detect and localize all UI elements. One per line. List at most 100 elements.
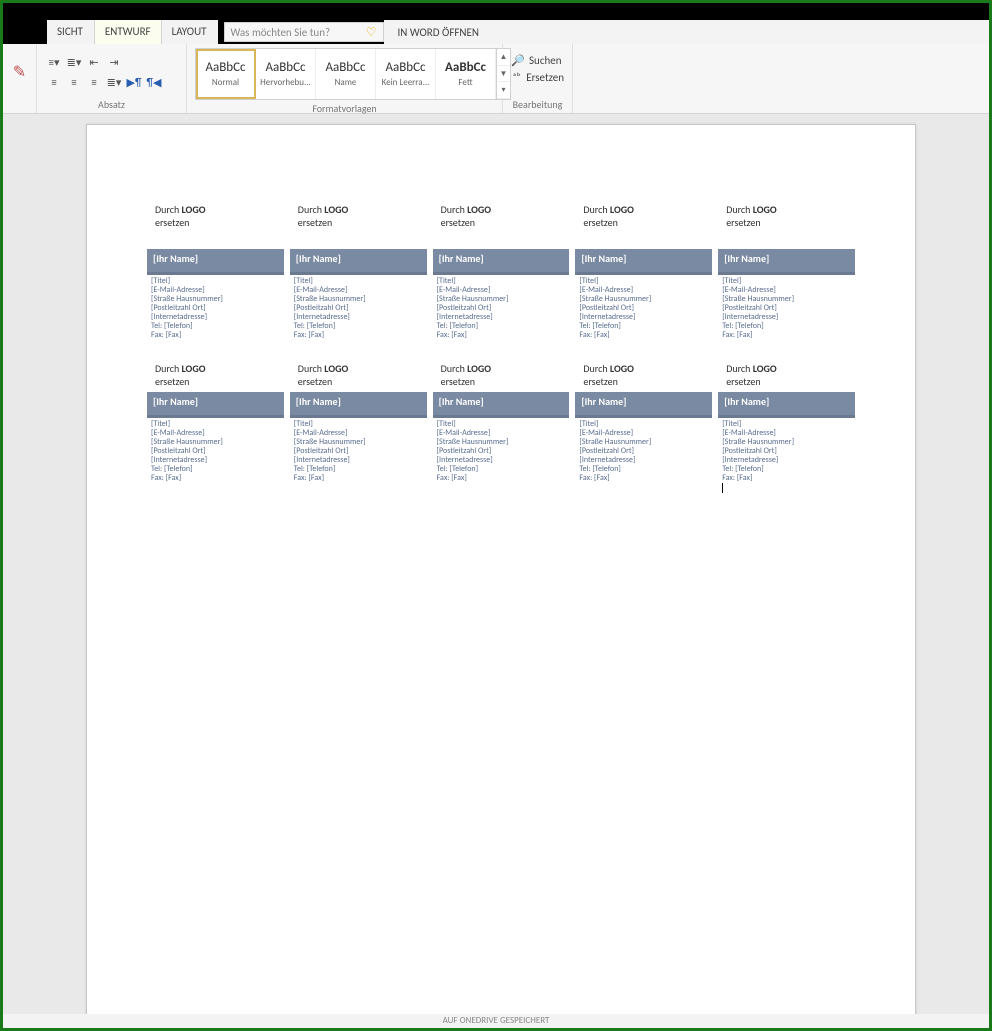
ribbon-tabs: SICHT ENTWURF LAYOUT Was möchten Sie tun… <box>3 20 989 44</box>
name-bar[interactable]: [Ihr Name] <box>718 249 855 275</box>
format-painter-icon[interactable]: ✎ <box>11 52 28 92</box>
business-card[interactable]: Durch LOGOersetzen [Ihr Name][Titel][E-Ma… <box>147 362 284 493</box>
binoculars-icon: 🔎 <box>511 54 525 67</box>
name-bar[interactable]: [Ihr Name] <box>147 392 284 418</box>
card-details[interactable]: [Titel][E-Mail-Adresse][Straße Hausnumme… <box>575 275 712 340</box>
business-card[interactable]: Durch LOGOersetzen [Ihr Name][Titel][E-Ma… <box>575 362 712 493</box>
replace-label: Ersetzen <box>526 71 564 84</box>
style-name: Normal <box>212 77 239 88</box>
group-label-edit: Bearbeitung <box>511 96 564 111</box>
card-details[interactable]: [Titel][E-Mail-Adresse][Straße Hausnumme… <box>575 418 712 483</box>
align-center-icon[interactable]: ≡ <box>65 73 83 91</box>
card-details[interactable]: [Titel][E-Mail-Adresse][Straße Hausnumme… <box>718 275 855 340</box>
tell-me-placeholder: Was möchten Sie tun? <box>231 26 331 39</box>
name-bar[interactable]: [Ihr Name] <box>575 392 712 418</box>
increase-indent-icon[interactable]: ⇥ <box>105 53 123 71</box>
style-name-style[interactable]: AaBbCc Name <box>316 49 376 99</box>
group-label-styles: Formatvorlagen <box>195 100 494 115</box>
card-field[interactable]: Fax: [Fax] <box>722 331 853 340</box>
logo-placeholder[interactable]: Durch LOGOersetzen <box>433 362 570 388</box>
card-field[interactable]: Fax: [Fax] <box>151 331 282 340</box>
ribbon: ✎ ≡▾ ≣▾ ⇤ ⇥ ≡ ≡ ≡ ≣▾ <box>3 44 989 114</box>
card-details[interactable]: [Titel][E-Mail-Adresse][Straße Hausnumme… <box>718 418 855 483</box>
logo-placeholder[interactable]: Durch LOGOersetzen <box>433 203 570 229</box>
style-fett[interactable]: AaBbCc Fett <box>436 49 496 99</box>
business-card[interactable]: Durch LOGOersetzen [Ihr Name][Titel][E-Ma… <box>575 203 712 340</box>
title-bar <box>3 3 989 20</box>
business-card[interactable]: Durch LOGOersetzen [Ihr Name][Titel][E-Ma… <box>290 203 427 340</box>
style-name: Hervorhebu... <box>260 77 311 88</box>
business-card[interactable]: Durch LOGOersetzen [Ihr Name][Titel][E-Ma… <box>290 362 427 493</box>
logo-placeholder[interactable]: Durch LOGOersetzen <box>718 203 855 229</box>
card-field[interactable]: Fax: [Fax] <box>579 474 710 483</box>
business-card[interactable]: Durch LOGOersetzen [Ihr Name][Titel][E-Ma… <box>147 203 284 340</box>
style-hervorhebung[interactable]: AaBbCc Hervorhebu... <box>256 49 316 99</box>
bulleted-list-icon[interactable]: ≡▾ <box>45 53 63 71</box>
card-details[interactable]: [Titel][E-Mail-Adresse][Straße Hausnumme… <box>433 418 570 483</box>
tell-me-box[interactable]: Was möchten Sie tun? ♡ <box>224 22 384 42</box>
card-details[interactable]: [Titel][E-Mail-Adresse][Straße Hausnumme… <box>147 418 284 483</box>
card-field[interactable]: Fax: [Fax] <box>437 474 568 483</box>
card-details[interactable]: [Titel][E-Mail-Adresse][Straße Hausnumme… <box>433 275 570 340</box>
group-label-clipboard <box>11 96 28 111</box>
card-field[interactable]: Fax: [Fax] <box>722 474 853 483</box>
style-sample: AaBbCc <box>325 60 365 75</box>
logo-placeholder[interactable]: Durch LOGOersetzen <box>290 203 427 229</box>
name-bar[interactable]: [Ihr Name] <box>433 249 570 275</box>
card-field[interactable]: Fax: [Fax] <box>294 331 425 340</box>
business-card[interactable]: Durch LOGOersetzen [Ihr Name][Titel][E-Ma… <box>718 203 855 340</box>
card-details[interactable]: [Titel][E-Mail-Adresse][Straße Hausnumme… <box>147 275 284 340</box>
card-field[interactable]: Fax: [Fax] <box>579 331 710 340</box>
card-field[interactable]: Fax: [Fax] <box>437 331 568 340</box>
file-tab-placeholder[interactable] <box>3 20 47 44</box>
replace-button[interactable]: ᵃᵇ Ersetzen <box>511 71 564 84</box>
style-name: Fett <box>458 77 472 88</box>
style-sample: AaBbCc <box>445 60 486 75</box>
tab-sicht[interactable]: SICHT <box>47 20 94 44</box>
card-details[interactable]: [Titel][E-Mail-Adresse][Straße Hausnumme… <box>290 275 427 340</box>
page[interactable]: Durch LOGOersetzen[Ihr Name][Titel][E-Ma… <box>86 124 916 1028</box>
logo-placeholder[interactable]: Durch LOGOersetzen <box>718 362 855 388</box>
tab-layout[interactable]: LAYOUT <box>162 20 218 44</box>
style-normal[interactable]: AaBbCc Normal <box>196 49 256 99</box>
justify-icon[interactable]: ≣▾ <box>105 73 123 91</box>
logo-placeholder[interactable]: Durch LOGOersetzen <box>147 203 284 229</box>
numbered-list-icon[interactable]: ≣▾ <box>65 53 83 71</box>
lightbulb-icon: ♡ <box>366 25 377 40</box>
status-bar: AUF ONEDRIVE GESPEICHERT <box>3 1014 989 1028</box>
open-in-word-button[interactable]: IN WORD ÖFFNEN <box>398 26 480 39</box>
find-label: Suchen <box>529 54 562 67</box>
replace-icon: ᵃᵇ <box>511 71 522 84</box>
style-name: Name <box>335 77 357 88</box>
logo-placeholder[interactable]: Durch LOGOersetzen <box>290 362 427 388</box>
card-field[interactable]: Fax: [Fax] <box>151 474 282 483</box>
logo-placeholder[interactable]: Durch LOGOersetzen <box>575 362 712 388</box>
name-bar[interactable]: [Ihr Name] <box>147 249 284 275</box>
name-bar[interactable]: [Ihr Name] <box>290 392 427 418</box>
logo-placeholder[interactable]: Durch LOGOersetzen <box>147 362 284 388</box>
align-right-icon[interactable]: ≡ <box>85 73 103 91</box>
document-area[interactable]: Durch LOGOersetzen[Ihr Name][Titel][E-Ma… <box>3 114 989 1028</box>
style-sample: AaBbCc <box>205 60 245 75</box>
business-card[interactable]: Durch LOGOersetzen [Ihr Name][Titel][E-Ma… <box>718 362 855 493</box>
styles-gallery[interactable]: AaBbCc Normal AaBbCc Hervorhebu... AaBbC… <box>195 48 511 100</box>
group-label-absatz: Absatz <box>45 96 178 111</box>
card-details[interactable]: [Titel][E-Mail-Adresse][Straße Hausnumme… <box>290 418 427 483</box>
name-bar[interactable]: [Ihr Name] <box>718 392 855 418</box>
style-name: Kein Leerra... <box>382 77 430 88</box>
align-left-icon[interactable]: ≡ <box>45 73 63 91</box>
find-button[interactable]: 🔎 Suchen <box>511 54 564 67</box>
ltr-icon[interactable]: ▶¶ <box>125 73 143 91</box>
style-sample: AaBbCc <box>385 60 425 75</box>
name-bar[interactable]: [Ihr Name] <box>433 392 570 418</box>
name-bar[interactable]: [Ihr Name] <box>575 249 712 275</box>
decrease-indent-icon[interactable]: ⇤ <box>85 53 103 71</box>
card-field[interactable]: Fax: [Fax] <box>294 474 425 483</box>
tab-entwurf[interactable]: ENTWURF <box>94 20 162 44</box>
logo-placeholder[interactable]: Durch LOGOersetzen <box>575 203 712 229</box>
business-card[interactable]: Durch LOGOersetzen [Ihr Name][Titel][E-Ma… <box>433 203 570 340</box>
business-card[interactable]: Durch LOGOersetzen [Ihr Name][Titel][E-Ma… <box>433 362 570 493</box>
rtl-icon[interactable]: ¶◀ <box>145 73 163 91</box>
name-bar[interactable]: [Ihr Name] <box>290 249 427 275</box>
style-kein-leerraum[interactable]: AaBbCc Kein Leerra... <box>376 49 436 99</box>
